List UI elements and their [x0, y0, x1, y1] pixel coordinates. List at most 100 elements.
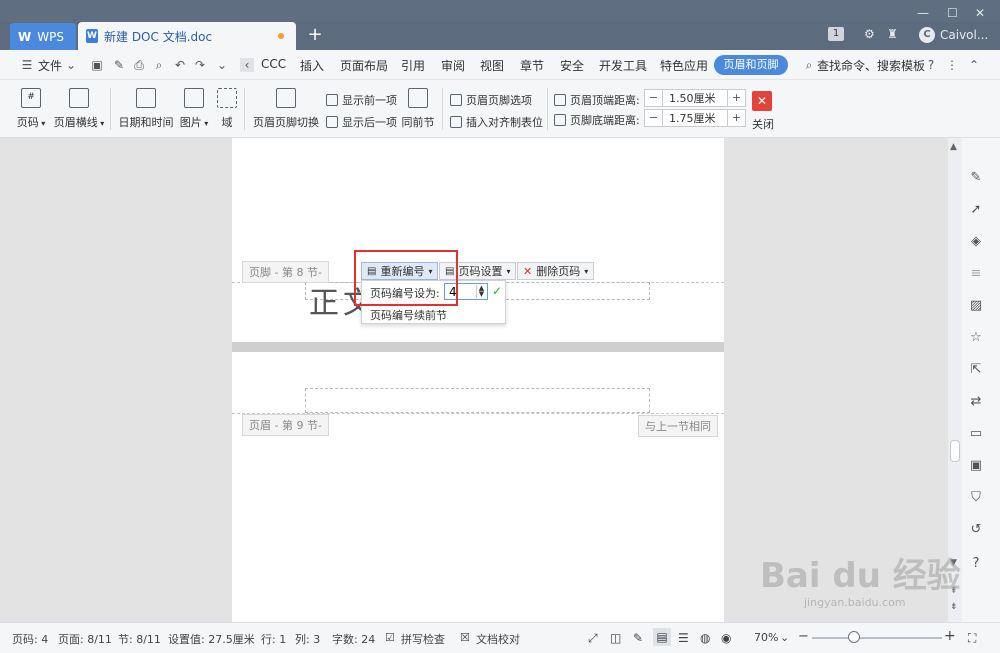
share-icon[interactable]: ⇱	[968, 362, 984, 378]
close-header-footer-icon[interactable]: ✕	[752, 91, 772, 111]
redo-icon[interactable]: ↷	[193, 58, 207, 72]
translate-icon[interactable]: ⇄	[968, 394, 984, 410]
shirt-icon[interactable]: ♜	[887, 27, 898, 41]
command-search[interactable]: 查找命令、搜索模板	[817, 57, 925, 74]
status-pages[interactable]: 页面: 8/11	[58, 631, 112, 647]
close-window-icon[interactable]: ✕	[975, 6, 985, 20]
confirm-check-icon[interactable]: ✓	[492, 284, 502, 298]
save-icon[interactable]: ▣	[90, 58, 104, 72]
status-page-number[interactable]: 页码: 4	[12, 631, 48, 647]
switch-header-footer-button[interactable]: 页眉页脚切换	[252, 88, 320, 130]
history-icon[interactable]: ↺	[968, 522, 984, 538]
increment-icon[interactable]: +	[727, 110, 745, 126]
header-text-area[interactable]	[305, 388, 650, 413]
status-setting-value[interactable]: 设置值: 27.5厘米	[168, 631, 255, 647]
shield-icon[interactable]: ⛉	[968, 490, 984, 506]
next-page-icon[interactable]: ⇟	[950, 602, 958, 612]
close-header-footer-button[interactable]: 关闭	[752, 116, 774, 132]
date-time-button[interactable]: 日期和时间	[118, 88, 174, 130]
wps-home-tab[interactable]: W WPS	[10, 23, 76, 50]
menu-special-apps[interactable]: 特色应用	[660, 57, 708, 74]
scrollbar-thumb[interactable]	[950, 440, 960, 462]
menu-security[interactable]: 安全	[560, 57, 584, 74]
help-circle-icon[interactable]: ?	[968, 556, 984, 572]
gallery-icon[interactable]: ▨	[968, 298, 984, 314]
maximize-icon[interactable]: ☐	[947, 6, 958, 20]
field-button[interactable]: 域	[217, 88, 237, 130]
same-as-previous-button[interactable]: 同前节	[400, 88, 436, 130]
fit-page-icon[interactable]: ⛶	[968, 631, 976, 646]
collapse-left-icon[interactable]: ‹	[240, 58, 254, 72]
document-proofread-button[interactable]: 文档校对	[476, 631, 520, 647]
status-word-count[interactable]: 字数: 24	[332, 631, 375, 647]
reading-mode-icon[interactable]: ◫	[610, 631, 621, 645]
print-preview-icon[interactable]: ⌕	[152, 58, 166, 72]
menu-page-layout[interactable]: 页面布局	[340, 57, 388, 74]
user-account[interactable]: C Caivol...	[919, 27, 988, 43]
status-section[interactable]: 节: 8/11	[118, 631, 161, 647]
spell-check-icon[interactable]: ☑	[385, 631, 395, 644]
new-tab-button[interactable]: +	[305, 24, 325, 46]
header-top-distance-value[interactable]: 1.50厘米	[663, 90, 727, 106]
spell-check-button[interactable]: 拼写检查	[401, 631, 445, 647]
zoom-chevron-icon[interactable]: ⌄	[780, 631, 789, 644]
scroll-up-icon[interactable]: ▲	[950, 142, 957, 152]
menu-developer[interactable]: 开发工具	[599, 57, 647, 74]
search-icon[interactable]: ⌕	[802, 58, 816, 72]
archive-icon[interactable]: ▭	[968, 426, 984, 442]
zoom-slider[interactable]	[812, 637, 942, 639]
print-icon[interactable]: ⎙	[132, 58, 146, 72]
status-column[interactable]: 列: 3	[295, 631, 320, 647]
delete-page-number-button[interactable]: ✕ 删除页码 ▾	[517, 262, 595, 280]
document-tab[interactable]: W 新建 DOC 文档.doc	[78, 22, 296, 50]
increment-icon[interactable]: +	[727, 90, 745, 106]
menu-file[interactable]: 文件	[38, 57, 62, 74]
menu-references[interactable]: 引用	[401, 57, 425, 74]
page-view-icon[interactable]: ▤	[653, 628, 671, 646]
picture-button[interactable]: 图片 ▾	[178, 88, 210, 130]
header-line-button[interactable]: 页眉横线 ▾	[53, 88, 105, 130]
show-next-button[interactable]: 显示后一项	[326, 114, 397, 130]
proofread-icon[interactable]: ☒	[460, 631, 470, 644]
menu-review[interactable]: 审阅	[441, 57, 465, 74]
star-icon[interactable]: ☆	[968, 330, 984, 346]
decrement-icon[interactable]: −	[645, 90, 663, 106]
eye-protection-icon[interactable]: ◉	[721, 631, 731, 645]
continue-previous-option[interactable]: 页码编号续前节	[370, 307, 447, 323]
insert-align-tab-button[interactable]: 插入对齐制表位	[450, 114, 543, 130]
edit-mode-icon[interactable]: ✎	[633, 631, 643, 645]
menu-view[interactable]: 视图	[480, 57, 504, 74]
footer-bottom-distance-stepper[interactable]: − 1.75厘米 +	[644, 109, 746, 127]
image-icon[interactable]: ▣	[968, 458, 984, 474]
format-icon[interactable]: ≡	[968, 266, 984, 282]
zoom-out-icon[interactable]: −	[798, 629, 809, 644]
show-previous-button[interactable]: 显示前一项	[326, 92, 397, 108]
more-options-icon[interactable]: ⋮	[945, 58, 959, 72]
minimize-icon[interactable]: —	[917, 6, 929, 20]
page-number-button[interactable]: # 页码 ▾	[16, 88, 46, 130]
menu-chapter[interactable]: 章节	[520, 57, 544, 74]
menu-insert[interactable]: 插入	[300, 57, 324, 74]
web-view-icon[interactable]: ◍	[700, 631, 710, 645]
zoom-in-icon[interactable]: +	[944, 628, 956, 644]
menu-ccc[interactable]: CCC	[261, 57, 286, 71]
collapse-ribbon-icon[interactable]: ⌃	[967, 58, 981, 72]
quick-access-more-icon[interactable]: ⌄	[215, 58, 229, 72]
outline-view-icon[interactable]: ☰	[678, 631, 689, 645]
footer-bottom-distance-value[interactable]: 1.75厘米	[663, 110, 727, 126]
pen-icon[interactable]: ✎	[968, 170, 984, 186]
format-painter-icon[interactable]: ✎	[112, 58, 126, 72]
skin-icon[interactable]: ⚙	[864, 27, 875, 41]
header-top-distance-stepper[interactable]: − 1.50厘米 +	[644, 89, 746, 107]
status-row[interactable]: 行: 1	[261, 631, 286, 647]
window-count-badge[interactable]: 1	[828, 27, 844, 41]
tab-header-footer[interactable]: 页眉和页脚	[714, 55, 788, 75]
help-icon[interactable]: ?	[924, 58, 938, 72]
zoom-slider-knob[interactable]	[848, 631, 860, 643]
number-spinner-icon[interactable]: ▲ ▼	[476, 285, 486, 298]
undo-icon[interactable]: ↶	[173, 58, 187, 72]
header-footer-options-button[interactable]: 页眉页脚选项	[450, 92, 532, 108]
shapes-icon[interactable]: ◈	[968, 234, 984, 250]
fullscreen-icon[interactable]: ⤢	[588, 631, 598, 646]
zoom-level[interactable]: 70%	[754, 631, 778, 644]
